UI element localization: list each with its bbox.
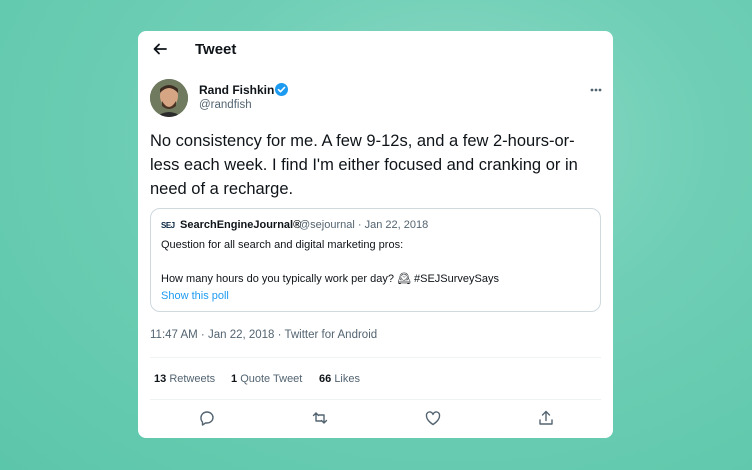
verified-badge-icon [274,82,289,97]
author-handle[interactable]: @randfish [199,99,252,111]
timestamp[interactable]: 11:47 AM · Jan 22, 2018 · Twitter for An… [150,329,377,341]
tweet-text: No consistency for me. A few 9-12s, and … [150,132,578,198]
quotes-stat[interactable]: 1 Quote Tweet [231,373,302,385]
quote-text-line-1: Question for all search and digital mark… [161,239,404,251]
tweet-card: Tweet Rand Fishkin @randfish No consiste… [138,31,613,438]
share-icon[interactable] [537,409,555,427]
likes-count: 66 [319,373,332,385]
more-icon[interactable] [586,83,606,97]
header: Tweet [138,31,613,69]
quoted-tweet[interactable]: SEJ SearchEngineJournal® @sejournal · Ja… [150,208,601,312]
quote-meta: @sejournal · Jan 22, 2018 [299,219,429,231]
quotes-label: Quote Tweet [240,373,303,385]
avatar[interactable] [150,79,188,117]
page-title: Tweet [195,41,237,58]
retweets-label: Retweets [169,373,216,385]
retweets-count: 13 [154,373,167,385]
quotes-count: 1 [231,373,238,385]
author-name[interactable]: Rand Fishkin [199,83,274,97]
likes-label: Likes [334,373,360,385]
back-arrow-icon[interactable] [150,39,170,59]
retweets-stat[interactable]: 13 Retweets [154,373,215,385]
divider [150,357,601,358]
divider [150,399,601,400]
likes-stat[interactable]: 66 Likes [319,373,360,385]
quote-logo: SEJ [161,221,175,230]
like-icon[interactable] [424,409,442,427]
quote-text-line-2: How many hours do you typically work per… [161,273,499,285]
show-poll-link[interactable]: Show this poll [161,290,229,302]
quote-author-name: SearchEngineJournal® [180,219,302,231]
retweet-icon[interactable] [311,409,329,427]
reply-icon[interactable] [198,409,216,427]
